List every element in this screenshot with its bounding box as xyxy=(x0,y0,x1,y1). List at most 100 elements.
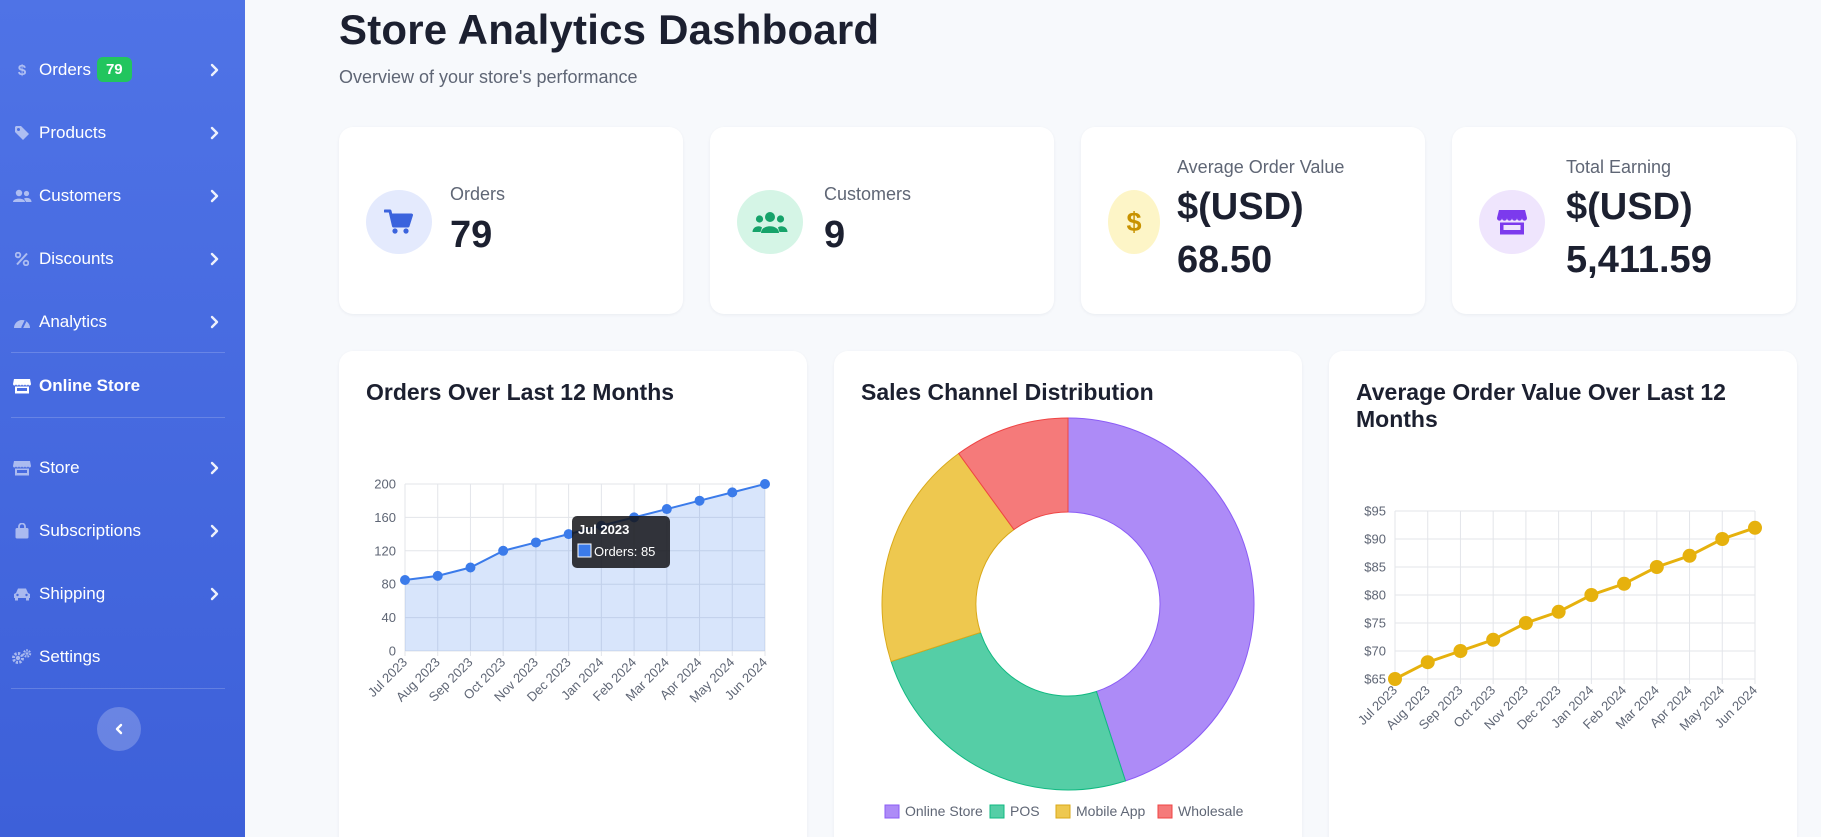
gauge-icon xyxy=(11,315,33,329)
sidebar-divider xyxy=(11,352,225,353)
legend-swatch xyxy=(1055,804,1071,819)
chevron-right-icon xyxy=(210,461,219,474)
chevron-right-icon xyxy=(210,63,219,76)
data-point xyxy=(1584,588,1599,602)
sidebar-item-products[interactable]: Products xyxy=(0,101,245,164)
stat-value-currency: $(USD) xyxy=(1177,186,1304,228)
sidebar-item-store[interactable]: Store xyxy=(0,436,245,499)
donut-slice xyxy=(890,631,1127,791)
y-tick-label: 40 xyxy=(382,610,396,625)
data-point xyxy=(432,570,443,581)
tooltip-swatch xyxy=(577,543,592,558)
orders-count-badge: 79 xyxy=(96,57,132,82)
sidebar-divider xyxy=(11,417,225,418)
stat-label: Total Earning xyxy=(1566,157,1672,177)
y-tick-label: $65 xyxy=(1364,672,1386,687)
sidebar-item-label: Products xyxy=(39,122,107,142)
data-point xyxy=(1748,520,1762,535)
data-point xyxy=(1682,548,1697,563)
sidebar-item-label: Settings xyxy=(39,646,101,666)
chevron-right-icon xyxy=(210,524,219,537)
sidebar-item-label: Subscriptions xyxy=(39,520,142,540)
car-icon xyxy=(11,587,33,601)
data-point xyxy=(727,487,738,498)
data-point xyxy=(1388,672,1402,686)
users-icon xyxy=(737,190,803,254)
svg-text:$: $ xyxy=(1126,207,1141,237)
series-line xyxy=(1394,526,1756,681)
chart-tooltip: Jul 2023 Orders: 85 xyxy=(572,516,670,568)
chevron-right-icon xyxy=(210,252,219,265)
sidebar-item-shipping[interactable]: Shipping xyxy=(0,562,245,625)
legend-label: Wholesale xyxy=(1178,803,1244,819)
svg-text:$: $ xyxy=(18,62,27,78)
stat-value-currency: $(USD) xyxy=(1566,186,1693,228)
bag-icon xyxy=(11,522,33,539)
sidebar-item-label: Orders xyxy=(39,59,91,79)
y-tick-label: $95 xyxy=(1364,504,1386,519)
chevron-right-icon xyxy=(210,587,219,600)
stat-value: 5,411.59 xyxy=(1566,239,1712,281)
chart-title: Orders Over Last 12 Months xyxy=(366,379,675,405)
storefront-icon xyxy=(1479,190,1545,254)
aov-line-chart: $65$70$75$80$85$90$95Jul 2023Aug 2023Sep… xyxy=(1355,504,1762,733)
orders-area-chart: 04080120160200Jul 2023Aug 2023Sep 2023Oc… xyxy=(365,477,770,706)
collapse-sidebar-button[interactable] xyxy=(97,707,141,751)
sidebar-item-label: Store xyxy=(39,457,80,477)
aov-chart-card: Average Order Value Over Last 12 Months … xyxy=(1329,351,1797,837)
y-tick-label: $70 xyxy=(1364,644,1386,659)
page-title: Store Analytics Dashboard xyxy=(339,6,880,53)
data-point xyxy=(400,575,410,586)
sidebar-item-online-store[interactable]: Online Store xyxy=(0,354,245,417)
y-tick-label: 0 xyxy=(389,644,396,659)
stat-label: Orders xyxy=(450,184,506,204)
y-tick-label: $85 xyxy=(1364,560,1386,575)
chevron-right-icon xyxy=(210,126,219,139)
stat-value: 9 xyxy=(824,214,846,256)
dollar-icon: $ xyxy=(11,62,33,78)
data-point xyxy=(760,479,770,489)
stat-card-orders: Orders 79 xyxy=(339,127,683,314)
legend-label: Mobile App xyxy=(1076,803,1145,819)
stat-value: 68.50 xyxy=(1177,239,1273,281)
sidebar-item-subscriptions[interactable]: Subscriptions xyxy=(0,499,245,562)
legend-label: Online Store xyxy=(905,803,983,819)
percent-icon xyxy=(11,251,33,266)
data-point xyxy=(530,537,541,548)
legend-label: POS xyxy=(1010,803,1040,819)
tooltip-text: Orders: 85 xyxy=(594,544,655,559)
dollar-icon: $ xyxy=(1108,190,1160,254)
data-point xyxy=(1453,644,1468,658)
sidebar-item-label: Analytics xyxy=(39,311,108,331)
chart-title: Sales Channel Distribution xyxy=(861,379,1154,405)
sidebar-item-customers[interactable]: Customers xyxy=(0,164,245,227)
storefront-icon xyxy=(11,378,33,394)
sidebar-item-label: Shipping xyxy=(39,583,106,603)
stat-label: Customers xyxy=(824,184,912,204)
sidebar-item-analytics[interactable]: Analytics xyxy=(0,290,245,353)
stat-card-average-order-value: $ Average Order Value $(USD) 68.50 xyxy=(1081,127,1425,314)
stat-label: Average Order Value xyxy=(1177,157,1345,177)
y-tick-label: 200 xyxy=(374,477,396,492)
sidebar-item-orders[interactable]: $ Orders 79 xyxy=(0,38,245,101)
data-point xyxy=(465,562,476,573)
y-tick-label: 120 xyxy=(374,543,396,558)
sidebar-item-label: Discounts xyxy=(39,248,114,268)
stat-card-customers: Customers 9 xyxy=(710,127,1054,314)
data-point xyxy=(1420,655,1435,670)
users-icon xyxy=(11,189,33,203)
y-tick-label: $80 xyxy=(1364,588,1386,603)
sales-channel-chart-card: Sales Channel Distribution Online Store P… xyxy=(834,351,1302,837)
data-point xyxy=(1518,616,1533,630)
sidebar-item-settings[interactable]: Settings xyxy=(0,625,245,688)
orders-chart-card: Orders Over Last 12 Months 0 40 80 120 160 20… xyxy=(339,351,807,837)
store-icon xyxy=(11,460,33,476)
data-point xyxy=(1551,604,1566,619)
data-point xyxy=(1649,560,1664,574)
chevron-right-icon xyxy=(210,315,219,328)
sidebar-item-discounts[interactable]: Discounts xyxy=(0,227,245,290)
legend-swatch xyxy=(1157,804,1173,819)
legend-swatch xyxy=(989,804,1005,819)
data-point xyxy=(498,545,509,556)
y-tick-label: 80 xyxy=(382,577,396,592)
